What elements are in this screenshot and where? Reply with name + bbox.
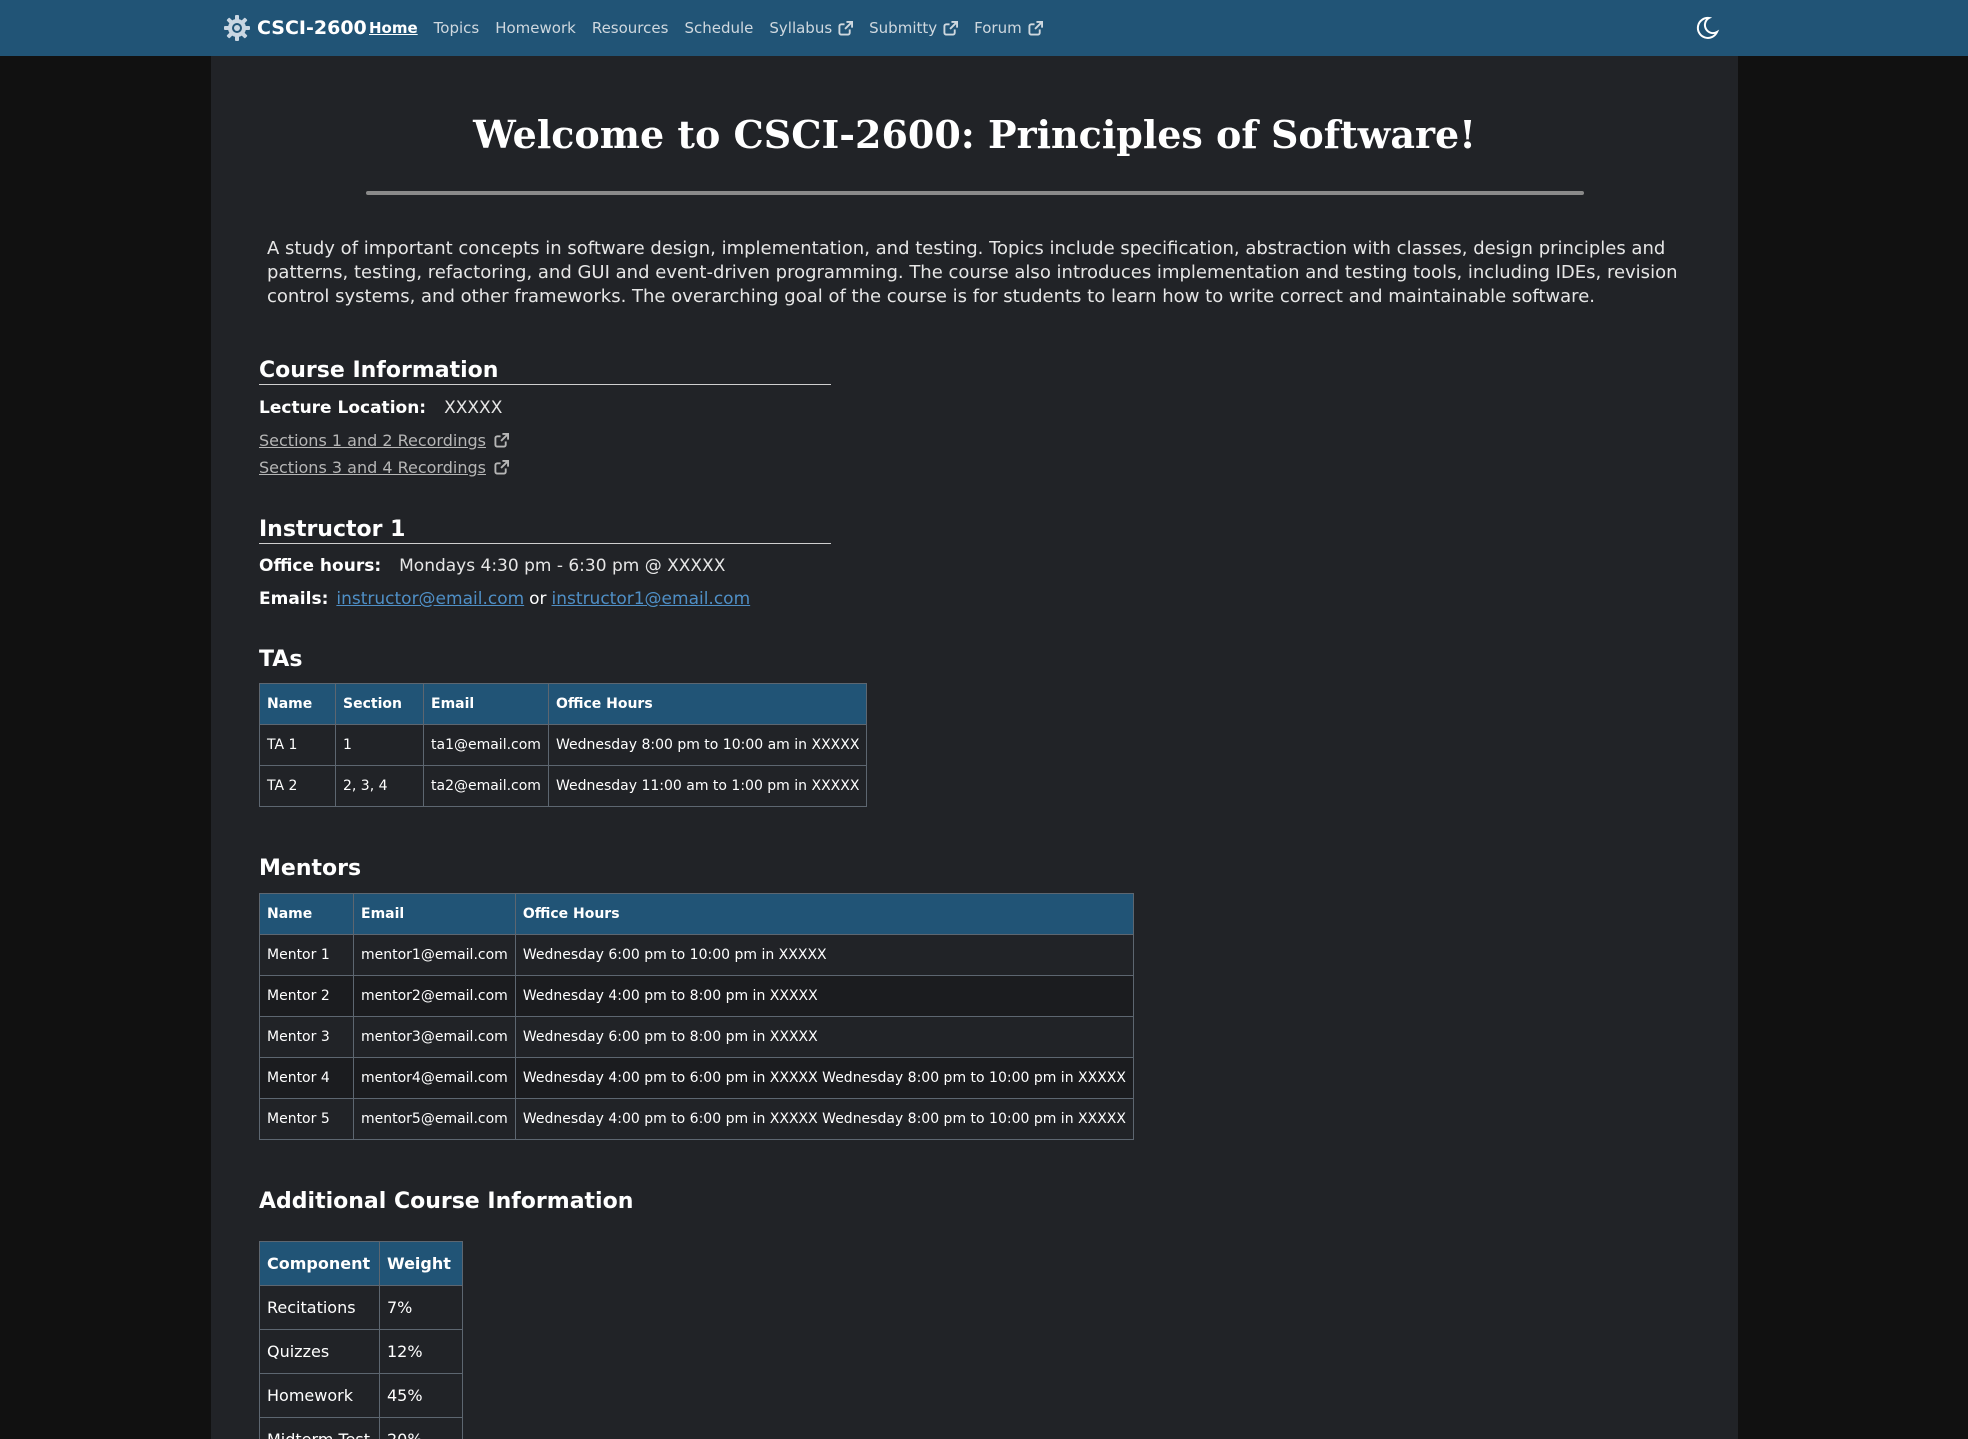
column-header: Weight [379,1241,463,1286]
lecture-location: Lecture Location: XXXXX [259,398,502,418]
table-row: Midterm Test 20% [259,1417,463,1439]
main-content: Welcome to CSCI-2600: Principles of Soft… [211,56,1738,1439]
table-cell: mentor3@email.com [353,1016,516,1058]
or-text: or [529,589,547,609]
table-cell: ta1@email.com [423,724,549,766]
table-cell: Homework [259,1373,380,1418]
table-cell: 20% [379,1417,463,1439]
nav-home[interactable]: Home [369,19,418,37]
recordings-link-2[interactable]: Sections 3 and 4 Recordings [259,458,509,477]
mentors-table: Name Email Office Hours Mentor 1 mentor1… [259,893,1134,1140]
brand-name: CSCI-2600 [257,17,367,39]
table-cell: 7% [379,1285,463,1330]
brand-link[interactable]: CSCI-2600 [223,0,367,56]
table-header-row: Name Email Office Hours [259,893,1134,935]
table-cell: mentor1@email.com [353,934,516,976]
external-link-icon [494,460,509,475]
nav-syllabus[interactable]: Syllabus [769,19,854,37]
recordings-link-1[interactable]: Sections 1 and 2 Recordings [259,431,509,450]
external-link-icon [943,20,959,36]
lecture-location-value: XXXXX [444,398,503,418]
table-cell: Mentor 4 [259,1057,354,1099]
table-cell: ta2@email.com [423,765,549,807]
external-link-icon [838,20,854,36]
nav-schedule[interactable]: Schedule [684,19,753,37]
additional-info-heading: Additional Course Information [259,1189,634,1214]
column-header: Section [335,683,424,725]
table-row: Mentor 5 mentor5@email.com Wednesday 4:0… [259,1098,1134,1140]
lecture-location-label: Lecture Location: [259,398,427,418]
gear-logo-icon [224,15,250,41]
table-cell: Mentor 2 [259,975,354,1017]
table-header-row: Name Section Email Office Hours [259,683,868,725]
column-header: Email [353,893,516,935]
page-title: Welcome to CSCI-2600: Principles of Soft… [473,112,1476,157]
nav-submitty[interactable]: Submitty [869,19,959,37]
mentors-heading: Mentors [259,856,362,881]
table-cell: 12% [379,1329,463,1374]
table-cell: Recitations [259,1285,380,1330]
title-divider [366,191,1584,195]
column-header: Office Hours [514,893,1134,935]
instructor-office-hours: Office hours: Mondays 4:30 pm - 6:30 pm … [259,556,725,576]
table-cell: Wednesday 4:00 pm to 6:00 pm in XXXXX We… [514,1057,1134,1099]
instructor1-email-link[interactable]: instructor1@email.com [552,589,751,609]
table-row: Mentor 2 mentor2@email.com Wednesday 4:0… [259,975,1134,1017]
table-cell: TA 1 [259,724,336,766]
instructor-heading: Instructor 1 [259,517,831,544]
table-row: Mentor 3 mentor3@email.com Wednesday 6:0… [259,1016,1134,1058]
column-header: Email [423,683,549,725]
table-cell: Mentor 1 [259,934,354,976]
column-header: Name [259,893,354,935]
nav-forum[interactable]: Forum [974,19,1043,37]
moon-icon[interactable] [1694,15,1720,41]
table-cell: mentor2@email.com [353,975,516,1017]
table-cell: mentor4@email.com [353,1057,516,1099]
office-hours-label: Office hours: [259,556,382,576]
table-cell: Mentor 3 [259,1016,354,1058]
nav-links: Home Topics Homework Resources Schedule … [369,0,1059,56]
table-cell: Mentor 5 [259,1098,354,1140]
table-row: Mentor 1 mentor1@email.com Wednesday 6:0… [259,934,1134,976]
table-cell: Wednesday 4:00 pm to 6:00 pm in XXXXX We… [514,1098,1134,1140]
instructor-emails: Emails: instructor@email.com or instruct… [259,589,750,609]
tas-heading: TAs [259,647,303,672]
table-cell: Wednesday 6:00 pm to 10:00 pm in XXXXX [514,934,1134,976]
table-cell: Quizzes [259,1329,380,1374]
column-header: Office Hours [547,683,868,725]
course-intro: A study of important concepts in softwar… [267,238,1678,307]
table-row: Recitations 7% [259,1285,463,1330]
table-header-row: Component Weight [259,1241,463,1286]
column-header: Name [259,683,336,725]
grading-table: Component Weight Recitations 7% Quizzes … [259,1241,463,1439]
table-cell: TA 2 [259,765,336,807]
table-cell: 45% [379,1373,463,1418]
table-cell: Wednesday 6:00 pm to 8:00 pm in XXXXX [514,1016,1134,1058]
top-navbar: CSCI-2600 Home Topics Homework Resources… [0,0,1968,56]
table-cell: 2, 3, 4 [335,765,424,807]
external-link-icon [1028,20,1043,36]
table-row: Mentor 4 mentor4@email.com Wednesday 4:0… [259,1057,1134,1099]
nav-topics[interactable]: Topics [434,19,480,37]
table-cell: Wednesday 4:00 pm to 8:00 pm in XXXXX [514,975,1134,1017]
table-row: Quizzes 12% [259,1329,463,1374]
table-cell: Wednesday 11:00 am to 1:00 pm in XXXXX [547,765,868,807]
table-row: TA 2 2, 3, 4 ta2@email.com Wednesday 11:… [259,765,868,807]
emails-label: Emails: [259,589,329,609]
tas-table: Name Section Email Office Hours TA 1 1 t… [259,683,868,807]
table-row: TA 1 1 ta1@email.com Wednesday 8:00 pm t… [259,724,868,766]
table-row: Homework 45% [259,1373,463,1418]
instructor-email-link[interactable]: instructor@email.com [336,589,524,609]
office-hours-value: Mondays 4:30 pm - 6:30 pm @ XXXXX [399,556,726,576]
table-cell: 1 [335,724,424,766]
column-header: Component [259,1241,380,1286]
nav-resources[interactable]: Resources [592,19,669,37]
table-cell: mentor5@email.com [353,1098,516,1140]
table-cell: Wednesday 8:00 pm to 10:00 am in XXXXX [547,724,868,766]
table-cell: Midterm Test [259,1417,380,1439]
nav-homework[interactable]: Homework [495,19,576,37]
external-link-icon [494,433,509,448]
course-info-heading: Course Information [259,358,831,385]
